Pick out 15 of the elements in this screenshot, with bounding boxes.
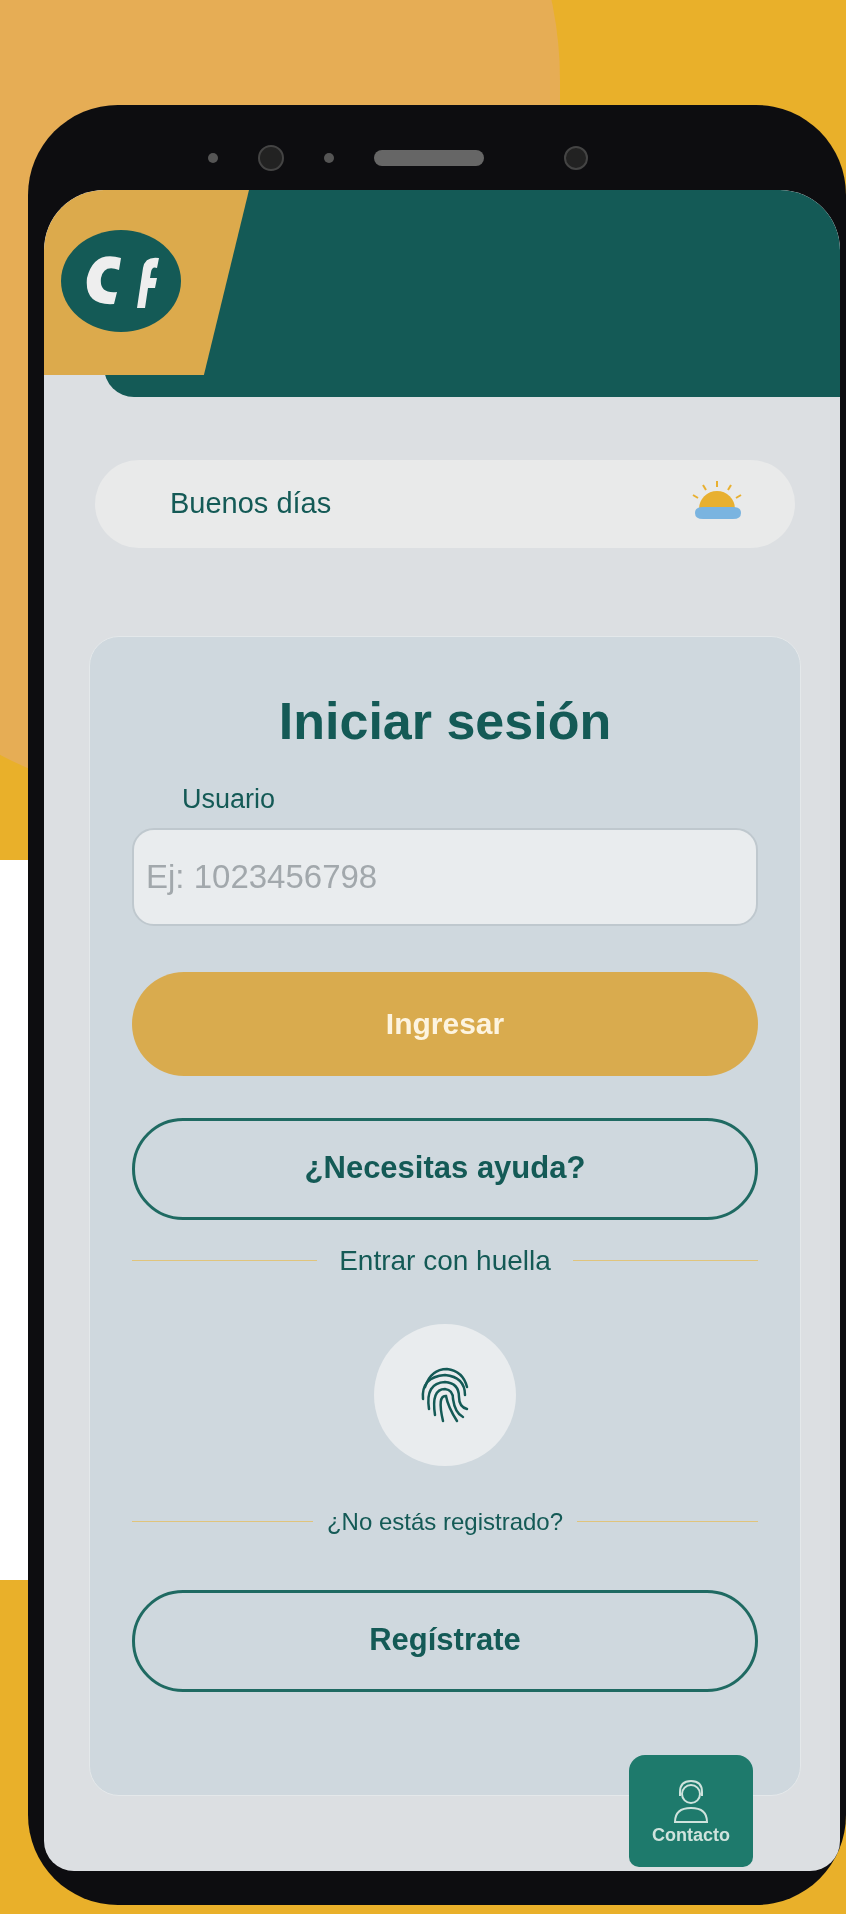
headset-person-icon xyxy=(671,1778,711,1824)
username-field[interactable]: Ej: 1023456798 xyxy=(132,827,758,926)
divider-label: Entrar con huella xyxy=(339,1243,551,1278)
logo-icon xyxy=(59,228,183,334)
sensor-icon xyxy=(324,153,334,163)
help-button[interactable]: ¿Necesitas ayuda? xyxy=(132,1117,758,1220)
login-title: Iniciar sesión xyxy=(278,695,612,747)
greeting-text: Buenos días xyxy=(170,486,332,522)
camera-icon xyxy=(258,145,284,171)
divider-label: ¿No estás registrado? xyxy=(326,1506,564,1537)
camera-icon xyxy=(564,146,588,170)
sensor-icon xyxy=(208,153,218,163)
contact-button[interactable]: Contacto xyxy=(629,1755,753,1867)
register-button[interactable]: Regístrate xyxy=(132,1589,758,1692)
username-label: Usuario xyxy=(182,783,276,816)
